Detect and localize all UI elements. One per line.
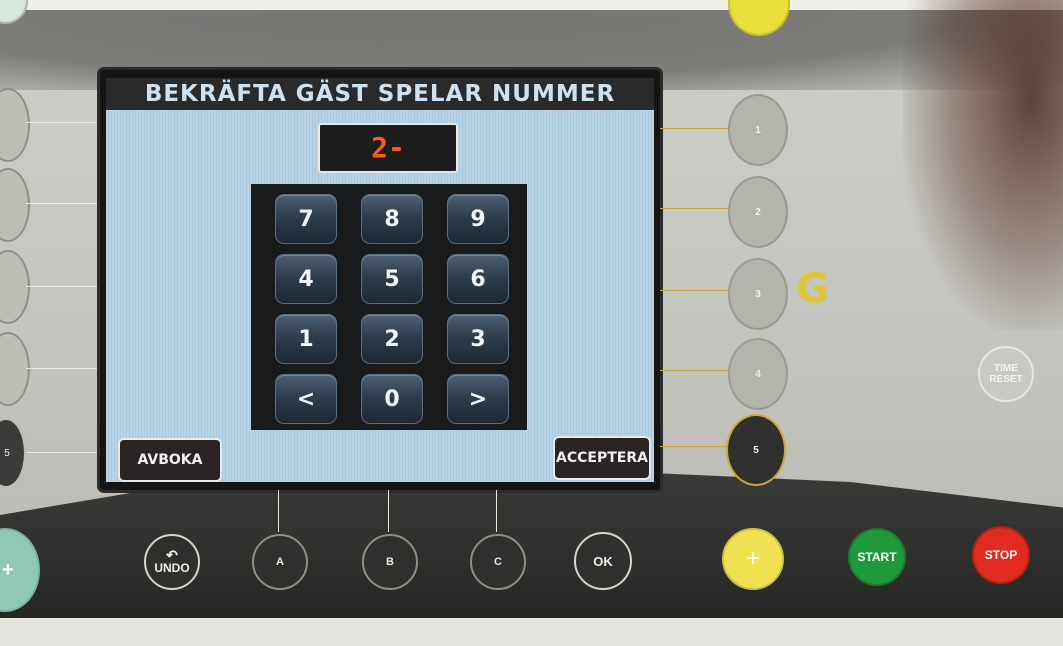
key-back[interactable]: < bbox=[275, 374, 337, 424]
bottom-edge bbox=[0, 618, 1063, 646]
left-connector-5 bbox=[26, 452, 102, 453]
b-label: B bbox=[386, 556, 394, 568]
numeric-keypad: 7 8 9 4 5 6 1 2 3 < 0 > bbox=[251, 184, 527, 430]
start-label: START bbox=[857, 550, 897, 564]
key-2[interactable]: 2 bbox=[361, 314, 423, 364]
left-side-button-4[interactable] bbox=[0, 332, 30, 406]
key-6[interactable]: 6 bbox=[447, 254, 509, 304]
bottom-connector-b bbox=[388, 490, 389, 532]
stop-label: STOP bbox=[984, 548, 1018, 562]
right-connector-3 bbox=[660, 290, 730, 291]
ok-label: OK bbox=[593, 553, 613, 569]
side-button-1-label: 1 bbox=[755, 124, 761, 136]
left-side-button-2[interactable] bbox=[0, 168, 30, 242]
left-connector-3 bbox=[26, 286, 102, 287]
side-button-1[interactable]: 1 bbox=[728, 94, 788, 166]
left-connector-2 bbox=[26, 203, 102, 204]
right-connector-5 bbox=[660, 446, 730, 447]
avboka-button[interactable]: AVBOKA bbox=[118, 438, 222, 482]
left-side-button-1[interactable] bbox=[0, 88, 30, 162]
key-4[interactable]: 4 bbox=[275, 254, 337, 304]
undo-arrow-icon: ↶ bbox=[166, 547, 178, 563]
undo-button[interactable]: ↶ UNDO bbox=[144, 534, 200, 590]
side-button-2[interactable]: 2 bbox=[728, 176, 788, 248]
side-button-5[interactable]: 5 bbox=[726, 414, 786, 486]
time-reset-button[interactable]: TIME RESET bbox=[978, 346, 1034, 402]
time-reset-line-1: TIME bbox=[994, 363, 1018, 374]
key-7[interactable]: 7 bbox=[275, 194, 337, 244]
left-side-button-5[interactable]: 5 bbox=[0, 418, 26, 488]
screen-title: BEKRÄFTA GÄST SPELAR NUMMER bbox=[106, 78, 654, 110]
c-button[interactable]: C bbox=[470, 534, 526, 590]
right-connector-2 bbox=[660, 208, 730, 209]
left-plus-label: + bbox=[2, 558, 14, 581]
left-side-button-5-label: 5 bbox=[4, 447, 10, 459]
group-letter: G bbox=[796, 266, 829, 312]
plus-label: + bbox=[745, 545, 760, 572]
number-display: 2- bbox=[318, 123, 458, 173]
lcd-screen: BEKRÄFTA GÄST SPELAR NUMMER 2- 7 8 9 4 5… bbox=[106, 78, 654, 482]
right-connector-1 bbox=[660, 128, 730, 129]
key-3[interactable]: 3 bbox=[447, 314, 509, 364]
start-button[interactable]: START bbox=[848, 528, 906, 586]
ok-button[interactable]: OK bbox=[574, 532, 632, 590]
key-1[interactable]: 1 bbox=[275, 314, 337, 364]
plus-button[interactable]: + bbox=[722, 528, 784, 590]
right-shadow bbox=[903, 0, 1063, 330]
key-8[interactable]: 8 bbox=[361, 194, 423, 244]
side-button-3-label: 3 bbox=[755, 288, 761, 300]
time-reset-line-2: RESET bbox=[989, 374, 1023, 385]
a-label: A bbox=[276, 556, 284, 568]
right-connector-4 bbox=[660, 370, 730, 371]
key-9[interactable]: 9 bbox=[447, 194, 509, 244]
b-button[interactable]: B bbox=[362, 534, 418, 590]
undo-label: UNDO bbox=[154, 561, 190, 575]
accept-button[interactable]: ACCEPTERA bbox=[553, 436, 651, 480]
side-button-5-label: 5 bbox=[753, 444, 759, 456]
bottom-connector-c bbox=[496, 490, 497, 532]
lcd-screen-frame: BEKRÄFTA GÄST SPELAR NUMMER 2- 7 8 9 4 5… bbox=[100, 70, 660, 490]
left-side-button-3[interactable] bbox=[0, 250, 30, 324]
left-connector-1 bbox=[26, 122, 102, 123]
key-0[interactable]: 0 bbox=[361, 374, 423, 424]
key-forward[interactable]: > bbox=[447, 374, 509, 424]
key-5[interactable]: 5 bbox=[361, 254, 423, 304]
c-label: C bbox=[494, 556, 502, 568]
a-button[interactable]: A bbox=[252, 534, 308, 590]
stop-button[interactable]: STOP bbox=[972, 526, 1030, 584]
bottom-connector-a bbox=[278, 490, 279, 532]
side-button-3[interactable]: 3 bbox=[728, 258, 788, 330]
left-connector-4 bbox=[26, 368, 102, 369]
side-button-2-label: 2 bbox=[755, 206, 761, 218]
control-panel: 5 BEKRÄFTA GÄST SPELAR NUMMER 2- 7 8 9 4… bbox=[0, 0, 1063, 646]
side-button-4-label: 4 bbox=[755, 368, 761, 380]
side-button-4[interactable]: 4 bbox=[728, 338, 788, 410]
